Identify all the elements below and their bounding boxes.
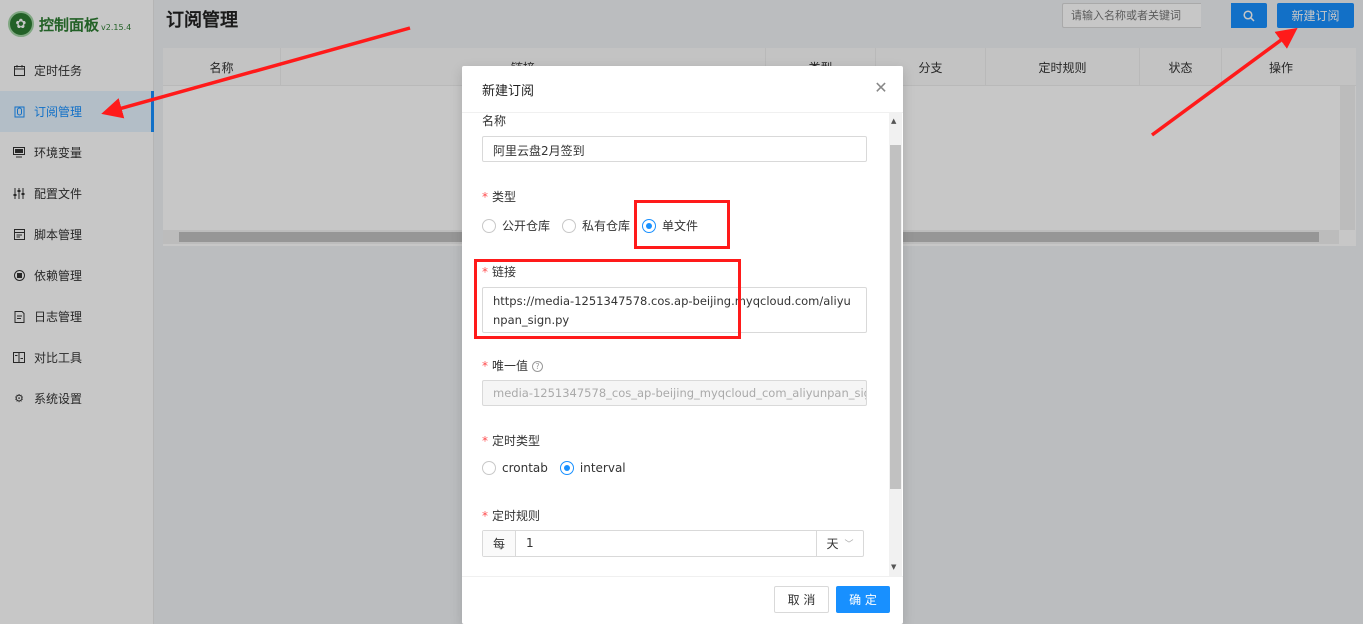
radio-label: 私有仓库 bbox=[582, 219, 631, 233]
interval-input-group: 每 1 天 ﹀ bbox=[482, 530, 864, 557]
radio-checked-icon bbox=[559, 461, 574, 475]
modal-scrollbar[interactable]: ▲ ▼ bbox=[889, 113, 902, 576]
modal-body: 名称 阿里云盘2月签到 * 类型 公开仓库 私有仓库 单文件 * 链接 https:… bbox=[462, 113, 903, 576]
help-icon[interactable]: ? bbox=[532, 361, 544, 372]
scroll-up-icon[interactable]: ▲ bbox=[891, 117, 896, 125]
modal-title: 新建订阅 bbox=[462, 66, 903, 113]
new-subscription-modal: 新建订阅 ✕ 名称 阿里云盘2月签到 * 类型 公开仓库 私有仓库 单文件 * 链接… bbox=[462, 66, 903, 624]
name-label: 名称 bbox=[482, 114, 507, 128]
radio-label: interval bbox=[579, 461, 626, 475]
type-label: * 类型 bbox=[482, 190, 517, 204]
schedule-type-radio-group: crontab interval bbox=[482, 461, 638, 475]
radio-label: 公开仓库 bbox=[502, 219, 551, 233]
confirm-button[interactable]: 确 定 bbox=[836, 586, 890, 613]
highlight-box-type bbox=[634, 200, 730, 249]
radio-label: crontab bbox=[502, 461, 548, 475]
rule-prefix: 每 bbox=[483, 531, 516, 556]
unique-field: media-1251347578_cos_ap-beijing_myqcloud… bbox=[482, 380, 867, 406]
highlight-box-link bbox=[474, 259, 741, 339]
cancel-button[interactable]: 取 消 bbox=[774, 586, 829, 613]
radio-icon bbox=[482, 218, 496, 233]
type-option-public[interactable]: 公开仓库 bbox=[482, 217, 550, 234]
name-field[interactable]: 阿里云盘2月签到 bbox=[482, 136, 867, 162]
schedule-option-interval[interactable]: interval bbox=[559, 461, 626, 475]
modal-footer: 取 消 确 定 bbox=[462, 576, 903, 624]
unit-value: 天 bbox=[826, 537, 839, 551]
close-icon[interactable]: ✕ bbox=[873, 80, 889, 96]
interval-value-input[interactable]: 1 bbox=[516, 531, 816, 556]
interval-unit-select[interactable]: 天 ﹀ bbox=[816, 531, 863, 556]
radio-icon bbox=[482, 461, 496, 475]
schedule-option-crontab[interactable]: crontab bbox=[482, 461, 548, 475]
schedule-type-label: * 定时类型 bbox=[482, 434, 541, 448]
scroll-down-icon[interactable]: ▼ bbox=[891, 563, 896, 571]
type-option-private[interactable]: 私有仓库 bbox=[562, 217, 630, 234]
rule-label: * 定时规则 bbox=[482, 509, 541, 523]
chevron-down-icon: ﹀ bbox=[844, 540, 854, 550]
scrollbar-thumb[interactable] bbox=[890, 145, 901, 489]
radio-icon bbox=[562, 218, 577, 233]
unique-label: * 唯一值? bbox=[482, 357, 544, 374]
